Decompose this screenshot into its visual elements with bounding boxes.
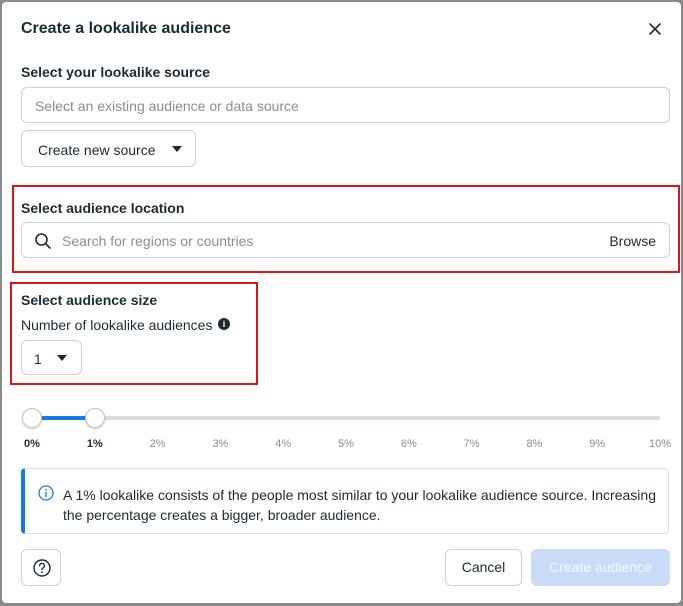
help-button[interactable]	[21, 549, 61, 586]
highlight-size-section	[10, 282, 258, 385]
create-audience-button[interactable]: Create audience	[531, 549, 670, 586]
source-label: Select your lookalike source	[21, 64, 211, 80]
dialog-title: Create a lookalike audience	[21, 20, 231, 37]
close-icon	[649, 23, 661, 35]
slider-tick-label: 9%	[589, 438, 606, 450]
slider-tick-label: 0%	[24, 438, 40, 450]
source-placeholder: Select an existing audience or data sour…	[35, 98, 299, 114]
info-icon	[38, 485, 54, 501]
slider-tick-label: 7%	[463, 438, 480, 450]
slider-tick-label: 2%	[149, 438, 166, 450]
slider-tick-label: 4%	[275, 438, 292, 450]
help-icon	[33, 559, 51, 577]
slider-handle-start[interactable]	[22, 408, 42, 428]
caret-down-icon	[172, 146, 182, 152]
slider-tick-label: 5%	[338, 438, 354, 450]
audience-size-slider-track[interactable]	[32, 416, 660, 420]
info-banner: A 1% lookalike consists of the people mo…	[21, 468, 669, 534]
info-banner-text: A 1% lookalike consists of the people mo…	[63, 487, 656, 523]
create-new-source-button[interactable]: Create new source	[21, 130, 196, 167]
slider-tick-label: 3%	[212, 438, 229, 450]
create-new-source-label: Create new source	[38, 142, 156, 158]
slider-tick-label: 6%	[400, 438, 417, 450]
close-button[interactable]	[645, 19, 665, 39]
slider-tick-label: 8%	[526, 438, 543, 450]
slider-tick-label: 10%	[648, 438, 672, 450]
slider-handle-end[interactable]	[84, 408, 105, 428]
slider-tick-label: 1%	[86, 438, 103, 450]
highlight-location-section	[12, 185, 680, 273]
source-input[interactable]: Select an existing audience or data sour…	[21, 87, 670, 123]
cancel-button[interactable]: Cancel	[445, 549, 522, 586]
